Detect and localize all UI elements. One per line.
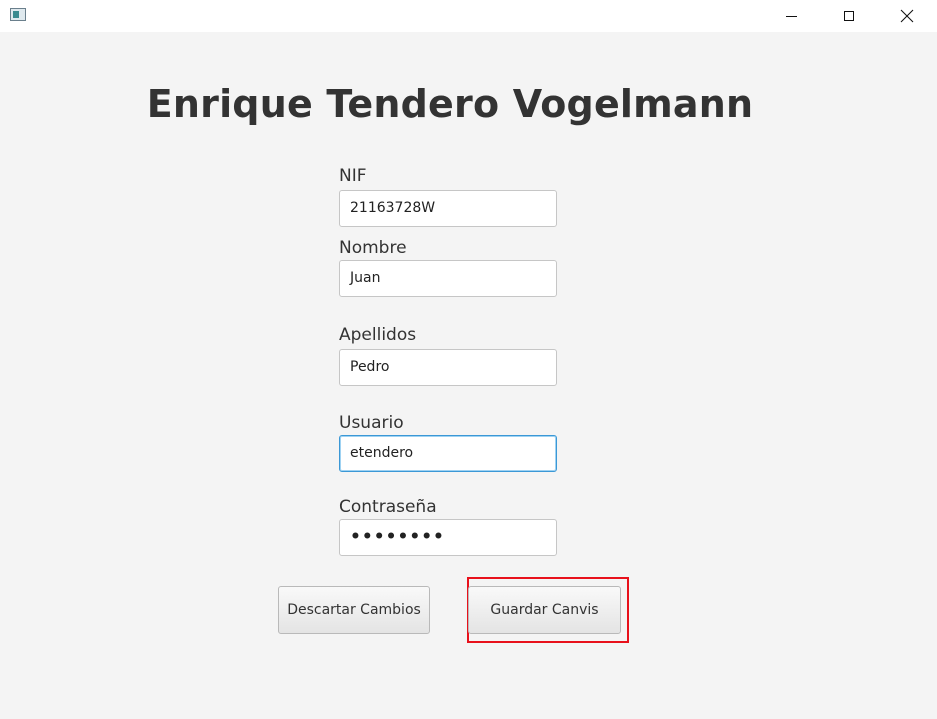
minimize-button[interactable] [768, 0, 814, 32]
page-title: Enrique Tendero Vogelmann [146, 82, 754, 126]
usuario-label: Usuario [339, 413, 404, 433]
maximize-icon [844, 11, 854, 21]
password-field[interactable]: •••••••• [339, 519, 557, 556]
nif-field[interactable]: 21163728W [339, 190, 557, 227]
form-panel: Enrique Tendero Vogelmann NIF 21163728W … [0, 32, 937, 719]
apellidos-label: Apellidos [339, 325, 417, 345]
nombre-label: Nombre [339, 238, 407, 258]
contrasena-label: Contraseña [339, 497, 437, 517]
maximize-button[interactable] [826, 0, 872, 32]
discard-changes-button[interactable]: Descartar Cambios [278, 586, 430, 634]
usuario-field[interactable]: etendero [339, 435, 557, 472]
apellidos-field[interactable]: Pedro [339, 349, 557, 386]
save-button[interactable]: Guardar Canvis [468, 586, 621, 634]
title-bar [0, 0, 937, 32]
minimize-icon [785, 15, 797, 17]
nif-label: NIF [339, 166, 367, 186]
app-icon [10, 8, 26, 21]
close-button[interactable] [884, 0, 930, 32]
close-icon [900, 9, 914, 23]
nombre-field[interactable]: Juan [339, 260, 557, 297]
